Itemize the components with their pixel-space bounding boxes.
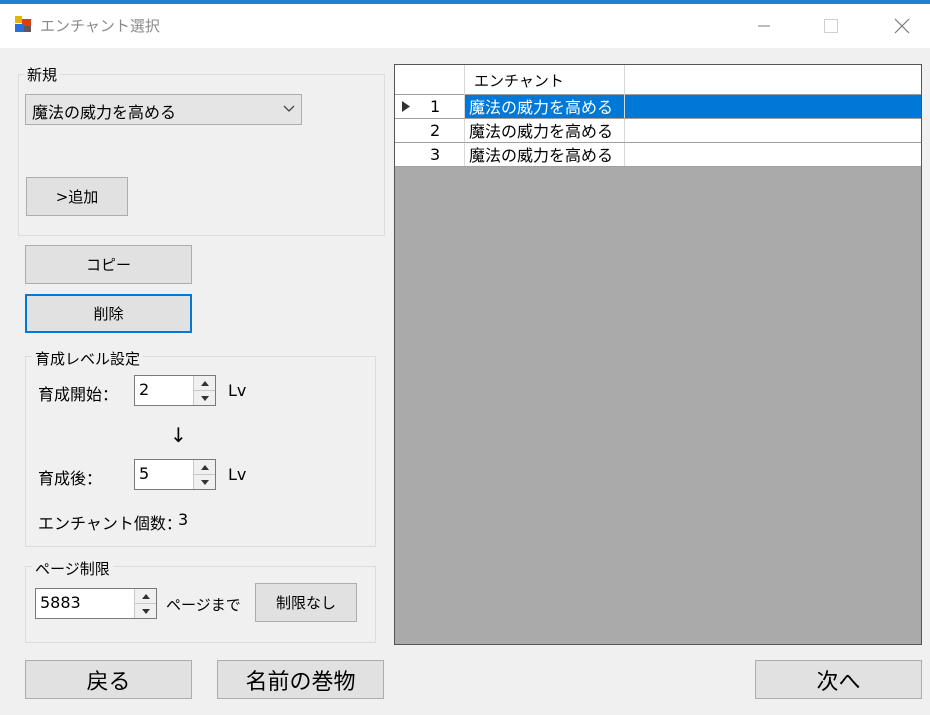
start-level-unit: Lv (228, 381, 247, 400)
empty-cell[interactable] (625, 119, 921, 142)
page-limit-up-button[interactable] (134, 589, 156, 603)
start-level-stepper[interactable]: 2 (134, 375, 216, 406)
window-title: エンチャント選択 (40, 17, 160, 35)
enchant-grid[interactable]: エンチャント 1 魔法の威力を高める 2 魔法の威力を高める 3 魔法の威力を高… (394, 64, 922, 645)
spin-down-icon (200, 395, 209, 401)
down-arrow-icon: ↓ (170, 423, 187, 447)
after-level-unit: Lv (228, 465, 247, 484)
empty-cell[interactable] (625, 143, 921, 166)
after-level-up-button[interactable] (193, 460, 215, 474)
enchant-count-label: エンチャント個数： (38, 514, 182, 533)
minimize-button[interactable] (741, 4, 787, 48)
start-level-down-button[interactable] (193, 390, 215, 405)
close-button[interactable] (879, 4, 925, 48)
minimize-icon (758, 25, 770, 27)
enchant-type-combo-value: 魔法の威力を高める (32, 103, 177, 122)
after-level-label: 育成後： (38, 469, 103, 488)
current-row-icon (402, 101, 410, 112)
close-icon (894, 18, 910, 34)
row-header[interactable]: 2 (395, 119, 465, 142)
enchant-cell[interactable]: 魔法の威力を高める (465, 95, 625, 118)
enchant-cell[interactable]: 魔法の威力を高める (465, 119, 625, 142)
level-settings-group-label: 育成レベル設定 (32, 348, 144, 369)
after-level-stepper[interactable]: 5 (134, 459, 216, 490)
row-header[interactable]: 3 (395, 143, 465, 166)
table-row[interactable]: 2 魔法の威力を高める (395, 119, 921, 143)
page-limit-group-label: ページ制限 (32, 558, 113, 579)
next-button[interactable]: 次へ (755, 660, 922, 699)
enchant-type-combo[interactable]: 魔法の威力を高める (25, 94, 302, 125)
table-row[interactable]: 1 魔法の威力を高める (395, 95, 921, 119)
empty-cell[interactable] (625, 95, 921, 118)
start-level-label: 育成開始： (38, 385, 119, 404)
row-number: 3 (430, 145, 441, 164)
chevron-down-icon (283, 105, 295, 112)
page-limit-suffix: ページまで (166, 596, 241, 614)
column-header-enchant[interactable]: エンチャント (465, 65, 625, 95)
spin-up-icon (141, 593, 150, 599)
no-limit-button[interactable]: 制限なし (255, 583, 357, 622)
spin-down-icon (200, 479, 209, 485)
delete-button[interactable]: 削除 (25, 294, 192, 333)
enchant-count-value: 3 (178, 510, 189, 529)
name-scroll-button[interactable]: 名前の巻物 (217, 660, 384, 699)
row-header[interactable]: 1 (395, 95, 465, 118)
page-limit-stepper[interactable]: 5883 (35, 588, 157, 619)
maximize-icon (824, 19, 838, 33)
enchant-cell[interactable]: 魔法の威力を高める (465, 143, 625, 166)
spin-up-icon (200, 464, 209, 470)
new-enchant-group-label: 新規 (24, 64, 61, 85)
grid-header: エンチャント (395, 65, 921, 95)
spin-down-icon (141, 608, 150, 614)
add-button[interactable]: >追加 (26, 177, 128, 216)
spin-up-icon (200, 380, 209, 386)
maximize-button[interactable] (808, 4, 854, 48)
copy-button[interactable]: コピー (25, 245, 192, 284)
after-level-down-button[interactable] (193, 474, 215, 489)
row-number: 2 (430, 121, 441, 140)
page-limit-down-button[interactable] (134, 603, 156, 618)
app-icon (15, 16, 31, 32)
row-number: 1 (430, 97, 441, 116)
table-row[interactable]: 3 魔法の威力を高める (395, 143, 921, 167)
row-header-corner (395, 65, 465, 95)
page-limit-value: 5883 (40, 593, 81, 612)
start-level-value: 2 (139, 380, 150, 399)
start-level-up-button[interactable] (193, 376, 215, 390)
back-button[interactable]: 戻る (25, 660, 192, 699)
after-level-value: 5 (139, 464, 150, 483)
